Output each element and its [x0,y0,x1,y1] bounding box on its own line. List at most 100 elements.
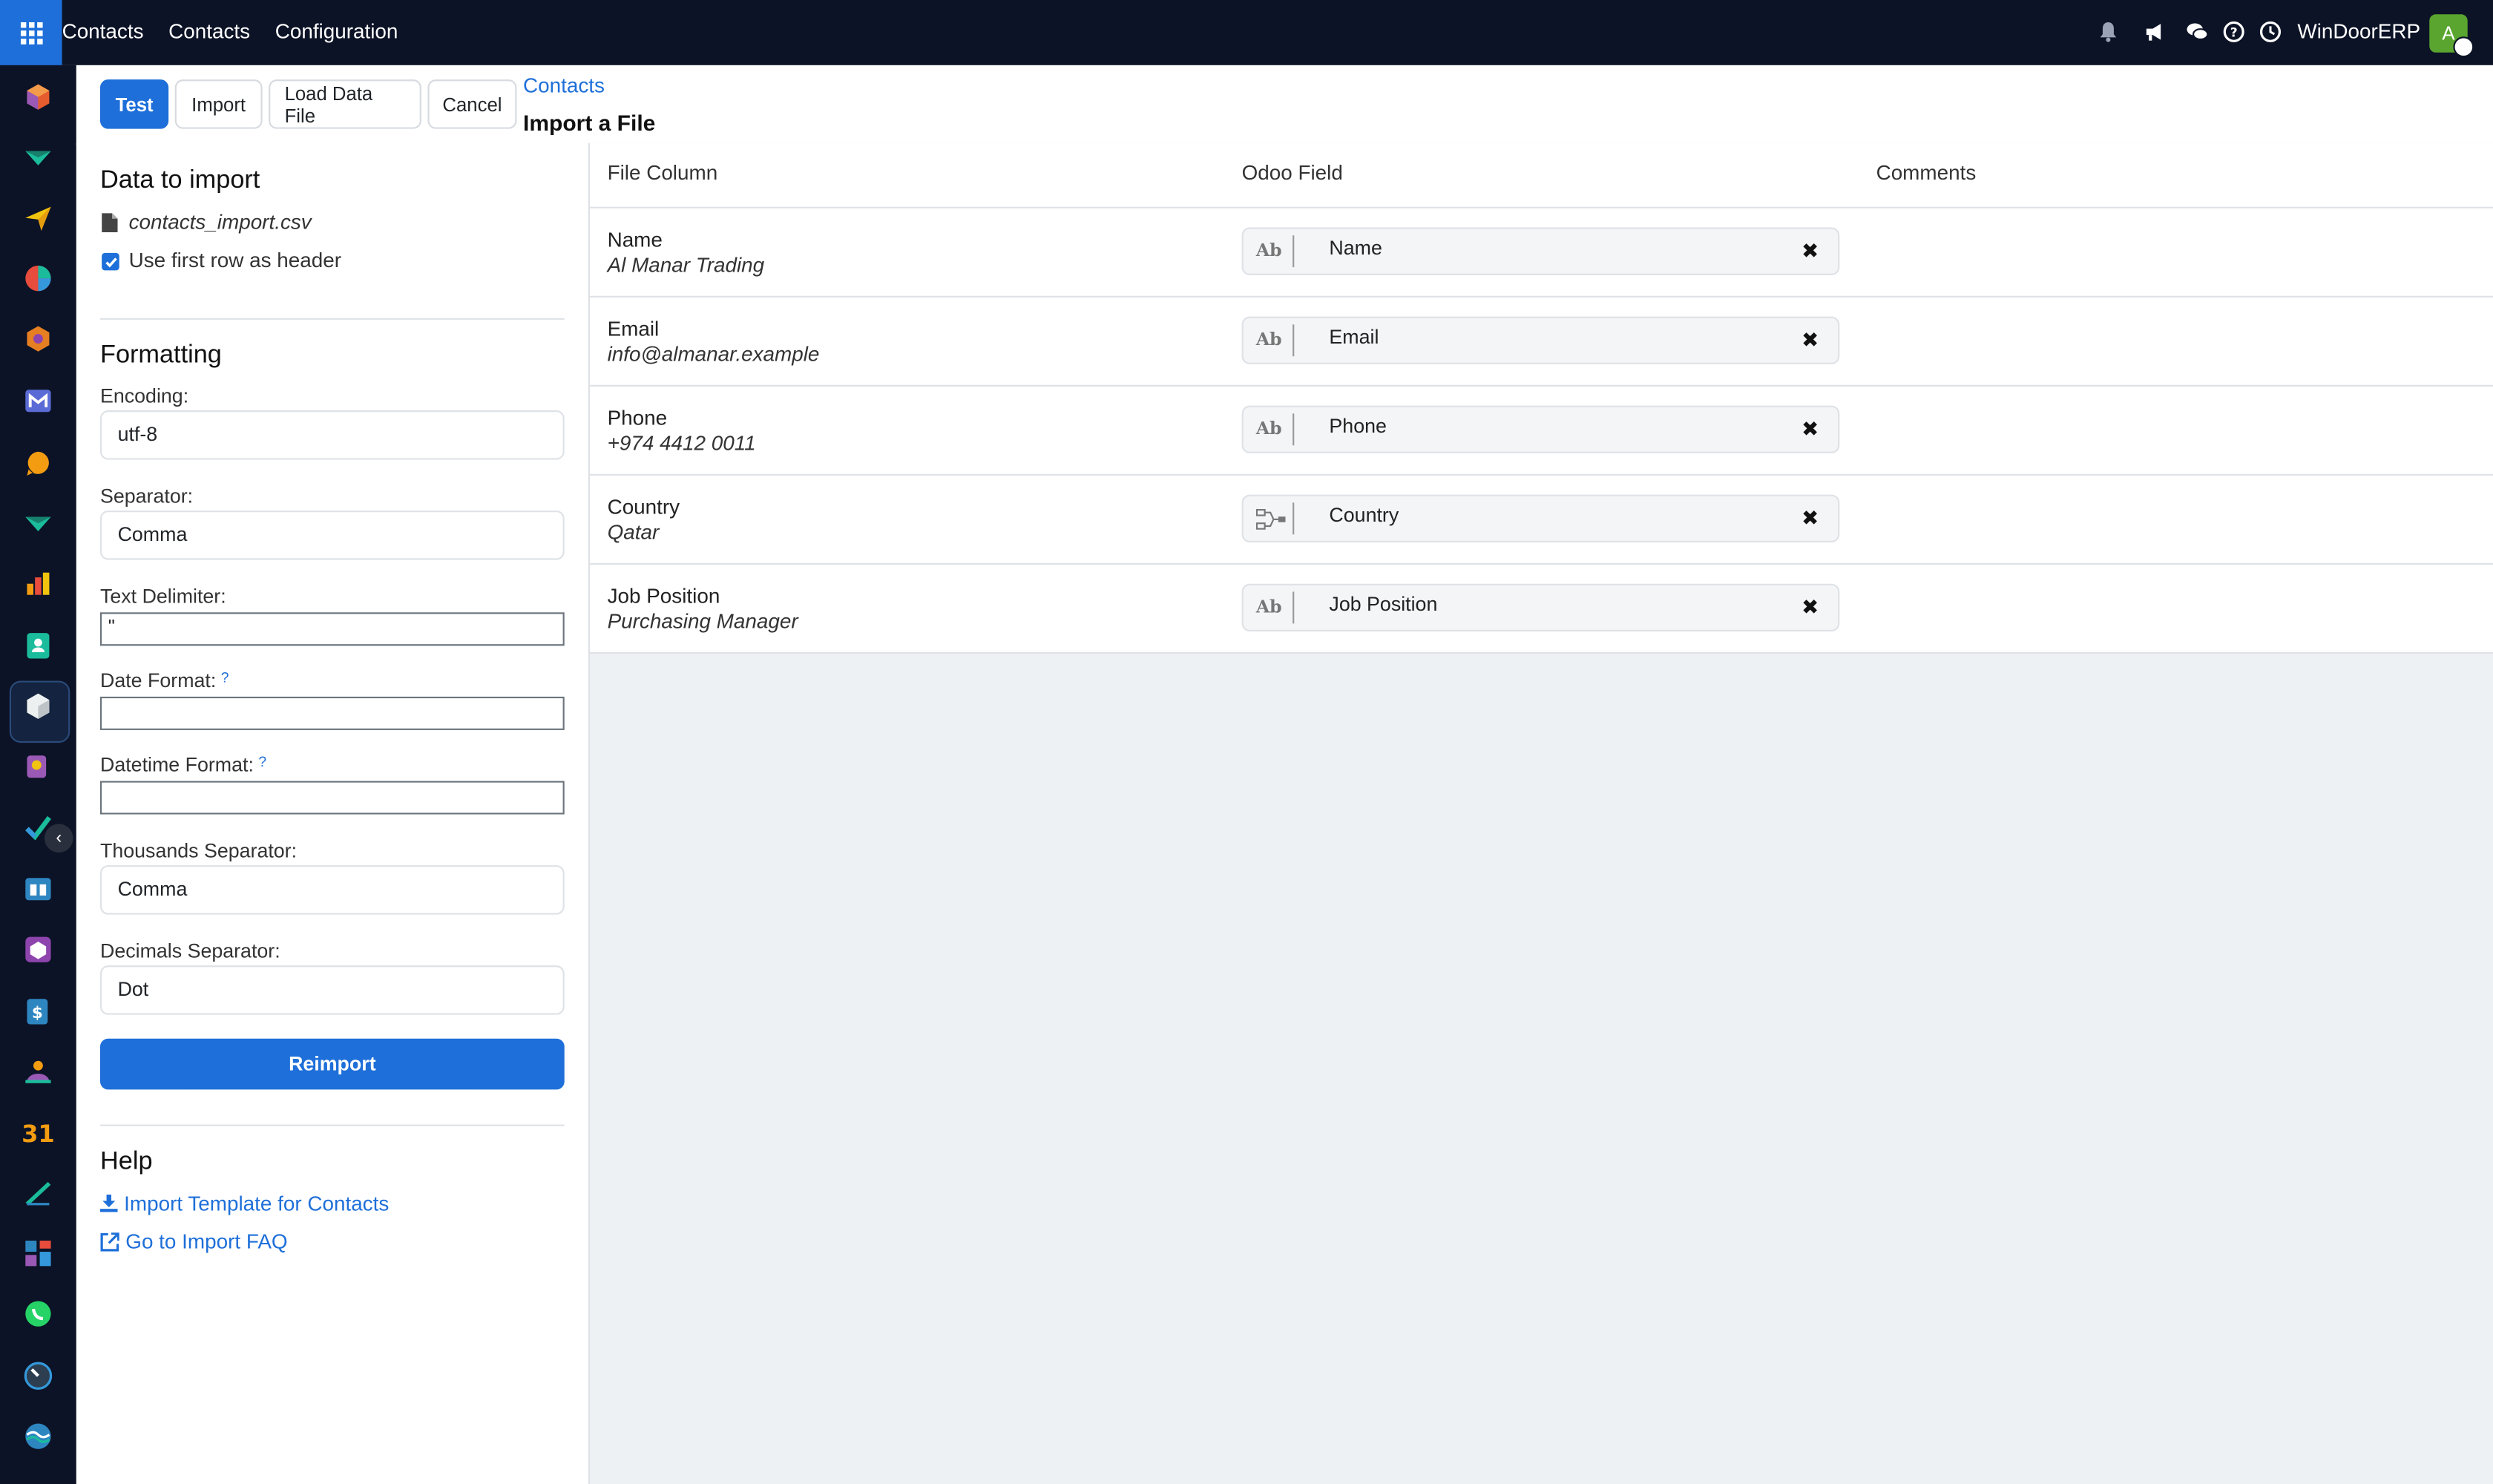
table-header: File Column Odoo Field Comments [590,143,2493,209]
external-link-icon [100,1232,119,1251]
import-button[interactable]: Import [174,79,263,129]
cube-app-icon[interactable] [22,81,54,113]
mail-app-icon[interactable] [22,385,54,417]
datetime-format-help-icon[interactable]: ? [258,754,266,769]
box-app-icon[interactable] [22,690,54,722]
page-title: Import a File [523,109,656,136]
breadcrumb-parent-link[interactable]: Contacts [523,73,605,97]
paper-plane-icon[interactable] [22,202,54,234]
decimals-separator-select[interactable]: Dot [100,965,565,1015]
header-file-column: File Column [607,160,718,185]
datetime-format-label: Datetime Format:? [100,754,266,776]
header-odoo-field: Odoo Field [1241,160,1343,185]
file-icon [102,213,118,232]
clear-field-icon[interactable]: ✖ [1801,417,1819,442]
timer-app-icon[interactable] [22,1360,54,1392]
tasks-app-icon[interactable] [22,811,54,843]
help-heading: Help [100,1148,153,1176]
file-column-name: Country [607,494,680,519]
svg-text:31: 31 [22,1120,54,1148]
pie-app-icon[interactable] [22,263,54,295]
menu-app-contacts[interactable]: Contacts [62,19,144,43]
company-name[interactable]: WinDoorERP [2297,19,2420,43]
file-column-name: Phone [607,405,668,430]
user-avatar[interactable]: A [2429,14,2474,58]
whatsapp-icon[interactable] [22,1298,54,1330]
hexagon-app-icon[interactable] [22,323,54,355]
employees-app-icon[interactable] [22,1056,54,1088]
import-options-sidebar: Data to import contacts_import.csv Use f… [76,142,591,1484]
menu-contacts[interactable]: Contacts [168,19,250,43]
inventory2-app-icon[interactable] [22,508,54,539]
divider [1293,591,1295,624]
divider [100,1124,565,1126]
chat-icon[interactable] [2186,21,2209,43]
svg-text:?: ? [2230,25,2238,40]
clear-field-icon[interactable]: ✖ [1801,595,1819,620]
thousands-separator-select[interactable]: Comma [100,865,565,915]
thousands-separator-label: Thousands Separator: [100,839,298,862]
encoding-select[interactable]: utf-8 [100,410,565,460]
file-column-sample: Purchasing Manager [607,609,798,634]
divider [1293,324,1295,357]
import-faq-link-text[interactable]: Go to Import FAQ [125,1229,287,1253]
test-button[interactable]: Test [100,79,169,129]
datetime-format-input[interactable] [100,781,565,815]
grid-icon [19,21,42,44]
megaphone-icon[interactable] [2144,21,2166,43]
reimport-button[interactable]: Reimport [100,1038,565,1090]
sign-app-icon[interactable] [22,1177,54,1209]
reporting-app-icon[interactable] [22,568,54,600]
inventory-app-icon[interactable] [22,142,54,174]
load-data-file-button[interactable]: Load Data File [269,79,421,129]
use-header-label[interactable]: Use first row as header [129,248,341,272]
odoo-field-select[interactable]: Country ✖ [1241,494,1840,542]
help-icon[interactable]: ? [2223,21,2245,43]
odoo-field-value: Name [1329,237,1382,260]
avatar-initial: A [2442,22,2455,45]
knowledge-app-icon[interactable] [22,873,54,905]
clear-field-icon[interactable]: ✖ [1801,328,1819,353]
download-icon [100,1194,118,1212]
file-column-name: Email [607,316,660,341]
import-template-link[interactable]: Import Template for Contacts [100,1192,389,1215]
menu-configuration[interactable]: Configuration [275,19,398,43]
datetime-format-label-text: Datetime Format: [100,754,254,777]
odoo-field-select[interactable]: Ab Phone ✖ [1241,405,1840,453]
apps-menu-button[interactable] [0,0,62,65]
decimals-separator-label: Decimals Separator: [100,939,280,962]
use-header-checkbox[interactable] [102,252,119,271]
design-app-icon[interactable] [22,751,54,783]
separator-select[interactable]: Comma [100,510,565,560]
odoo-field-select[interactable]: Ab Email ✖ [1241,316,1840,364]
table-row: Country Qatar Country ✖ [590,476,2493,565]
clear-field-icon[interactable]: ✖ [1801,506,1819,531]
text-delimiter-input[interactable]: " [100,612,565,646]
clear-field-icon[interactable]: ✖ [1801,239,1819,264]
bell-icon[interactable] [2097,21,2119,43]
package-app-icon[interactable] [22,933,54,965]
dashboard-app-icon[interactable] [22,1238,54,1270]
relation-type-icon [1255,508,1286,530]
cancel-button[interactable]: Cancel [427,79,517,129]
svg-text:$: $ [32,1004,43,1022]
column-mapping-table: File Column Odoo Field Comments Name Al … [590,142,2493,654]
odoo-field-select[interactable]: Ab Name ✖ [1241,227,1840,275]
date-format-input[interactable] [100,696,565,730]
invoicing-app-icon[interactable]: $ [22,996,54,1028]
odoo-field-select[interactable]: Ab Job Position ✖ [1241,583,1840,632]
separator-label: Separator: [100,485,194,508]
date-format-help-icon[interactable]: ? [221,669,229,685]
file-column-sample: Al Manar Trading [607,252,765,277]
encoding-label: Encoding: [100,384,189,407]
file-column-name: Job Position [607,583,720,608]
waves-app-icon[interactable] [22,1420,54,1452]
import-template-link-text[interactable]: Import Template for Contacts [124,1192,389,1215]
contacts-app-icon[interactable] [22,630,54,662]
import-faq-link[interactable]: Go to Import FAQ [100,1229,288,1253]
discuss-app-icon[interactable] [22,447,54,479]
text-type-icon: Ab [1255,329,1282,350]
clock-icon[interactable] [2259,21,2282,43]
calendar-app-icon[interactable]: 31 [22,1117,54,1149]
top-navbar: Contacts Contacts Configuration ? WinDoo… [0,0,2493,65]
